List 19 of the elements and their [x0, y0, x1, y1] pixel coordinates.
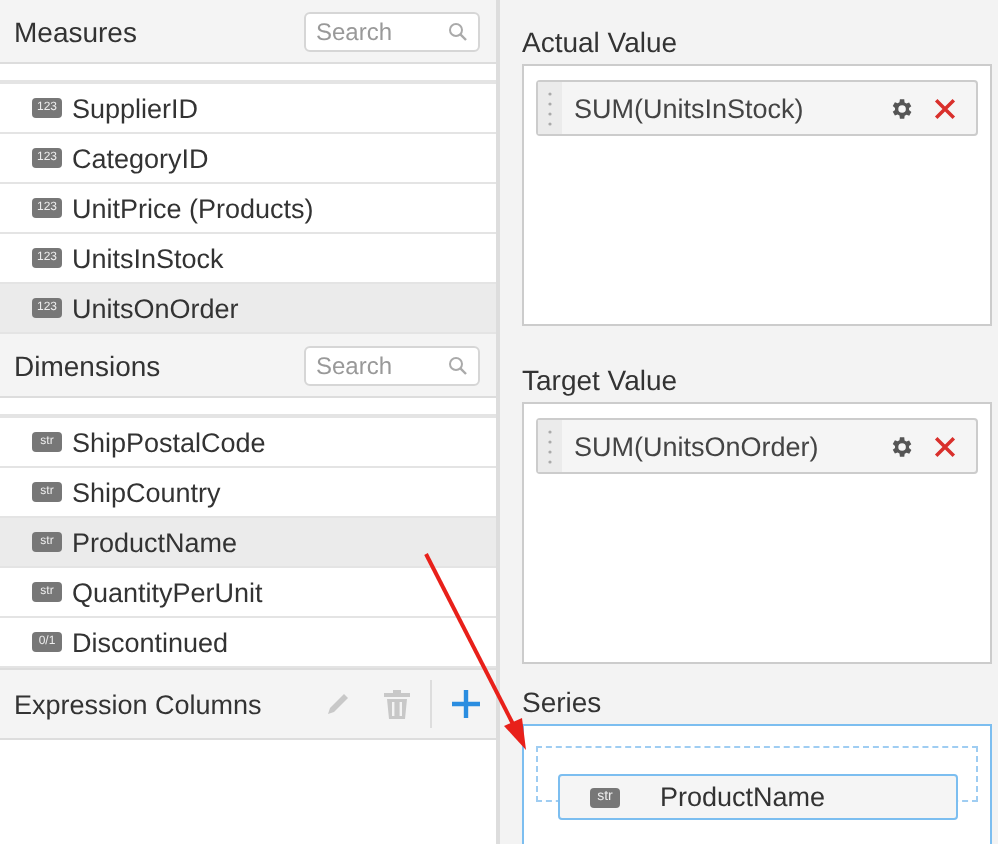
search-icon: [448, 21, 468, 41]
close-icon[interactable]: [934, 97, 956, 119]
section-title: Measures: [14, 15, 137, 47]
close-icon[interactable]: [934, 435, 956, 457]
search-field[interactable]: Search: [304, 345, 480, 385]
drop-well[interactable]: SUM(UnitsOnOrder): [522, 402, 992, 664]
settings-icon[interactable]: [888, 95, 914, 121]
well-title: Actual Value: [522, 24, 680, 62]
search-field[interactable]: Search: [304, 11, 480, 51]
drop-well[interactable]: SUM(UnitsInStock): [522, 64, 992, 326]
settings-icon[interactable]: [888, 433, 914, 459]
well-title: Target Value: [522, 362, 680, 400]
section-title: Expression Columns: [14, 689, 264, 719]
measure-pill[interactable]: SUM(UnitsOnOrder): [536, 418, 978, 474]
search-icon: [448, 355, 468, 375]
well-title: Series: [522, 684, 604, 722]
measure-pill[interactable]: SUM(UnitsInStock): [536, 80, 978, 136]
section-title: Dimensions: [14, 349, 161, 381]
add-icon[interactable]: [452, 690, 480, 718]
